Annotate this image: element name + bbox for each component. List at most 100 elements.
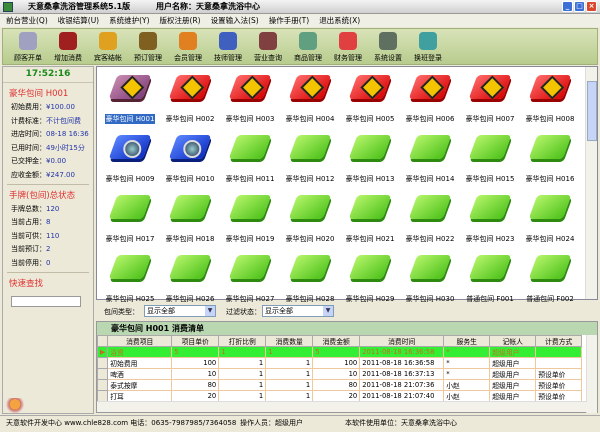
room-tile[interactable]: 普通包间 F002 [521,255,579,304]
table-cell: 啤酒 [107,368,173,380]
menu-item[interactable]: 系统维护(Y) [107,14,157,27]
room-icon [228,255,272,279]
room-tile[interactable]: 豪华包间 H024 [521,195,579,244]
toolbar-button[interactable]: 商品管理 [289,29,327,64]
room-tile[interactable]: 普通包间 F001 [461,255,519,304]
row-selector[interactable] [96,357,109,369]
toolbar-button[interactable]: 营业查询 [249,29,287,64]
column-header[interactable]: 消费时间 [359,335,445,347]
room-tile[interactable]: 豪华包间 H013 [341,135,399,184]
toolbar-button[interactable]: 系统设置 [369,29,407,64]
column-header[interactable]: 消费金额 [312,335,361,347]
room-tile[interactable]: 豪华包间 H029 [341,255,399,304]
room-tile[interactable]: 豪华包间 H019 [221,195,279,244]
minimize-button[interactable]: _ [562,1,573,12]
table-row[interactable]: 初始费用 100 1 1 100 2011-08-18 16:36:58 * 超级用户 [96,357,583,369]
menu-item[interactable]: 操作手册(T) [267,14,317,27]
menu-item[interactable]: 退出系统(X) [317,14,368,27]
toolbar-button[interactable]: 宾客结帐 [89,29,127,64]
toolbar-button[interactable]: 预订管理 [129,29,167,64]
room-tile[interactable]: 豪华包间 H009 [101,135,159,184]
close-button[interactable]: × [586,1,597,12]
room-tile[interactable]: 豪华包间 H006 [401,75,459,124]
toolbar-button-label: 系统设置 [374,54,402,62]
room-info-title: 豪华包间 H001 [9,87,93,99]
coins-icon [99,32,117,50]
toolbar-button[interactable]: 增加消费 [49,29,87,64]
column-header[interactable]: 消费项目 [107,335,173,347]
room-icon [528,255,572,279]
menu-item[interactable]: 前台营业(Q) [4,14,56,27]
room-tile[interactable]: 豪华包间 H005 [341,75,399,124]
column-header[interactable]: 项目单价 [171,335,220,347]
room-tile[interactable]: 豪华包间 H017 [101,195,159,244]
room-tile[interactable]: 豪华包间 H010 [161,135,219,184]
room-tile[interactable]: 豪华包间 H015 [461,135,519,184]
room-tile[interactable]: 豪华包间 H021 [341,195,399,244]
toolbar-button[interactable]: 技师管理 [209,29,247,64]
column-header[interactable]: 消费数量 [265,335,314,347]
menu-item[interactable]: 设置输入法(S) [209,14,267,27]
maximize-button[interactable]: □ [574,1,585,12]
room-tile[interactable]: 豪华包间 H028 [281,255,339,304]
toolbar-button[interactable]: 顾客开单 [9,29,47,64]
menu-item[interactable]: 收银结算(U) [56,14,107,27]
column-header[interactable]: 打折比例 [218,335,267,347]
column-header[interactable]: 服务生 [443,335,491,347]
table-cell: 2011-08-18 21:07:40 [359,390,445,402]
row-selector[interactable] [96,390,109,402]
operator: 操作人员：超级用户 [240,419,303,427]
room-tile[interactable]: 豪华包间 H022 [401,195,459,244]
toolbar-button-label: 财务管理 [334,54,362,62]
room-tile[interactable]: 豪华包间 H026 [161,255,219,304]
room-tile[interactable]: 豪华包间 H007 [461,75,519,124]
table-row[interactable]: ▶ 浴资 5 1 1 5 2011-08-18 16:36:58 * 超级用户 [96,346,583,358]
bill-horizontal-scrollbar[interactable] [97,401,587,412]
room-tile[interactable]: 豪华包间 H023 [461,195,519,244]
room-tile[interactable]: 豪华包间 H002 [161,75,219,124]
column-header[interactable]: 记帐人 [489,335,537,347]
room-tile[interactable]: 豪华包间 H003 [221,75,279,124]
room-tile[interactable]: 豪华包间 H016 [521,135,579,184]
toolbar-button[interactable]: 财务管理 [329,29,367,64]
room-tile[interactable]: 豪华包间 H012 [281,135,339,184]
table-cell: 1 [265,346,314,358]
table-cell: 1 [265,357,314,369]
column-header[interactable]: 计费方式 [535,335,583,347]
bill-title: 豪华包间 H001 消费清单 [97,322,597,335]
toolbar-button-label: 营业查询 [254,54,282,62]
table-row[interactable]: 泰式按摩 80 1 1 80 2011-08-18 21:07:36 小赵 超级用户 预设单价 [96,379,583,391]
filter-status-select[interactable]: 显示全部 ▼ [262,305,334,317]
menu-item[interactable]: 版权注册(R) [158,14,209,27]
row-selector[interactable] [96,368,109,380]
toolbar-button[interactable]: 会员管理 [169,29,207,64]
bill-vertical-scrollbar[interactable] [586,335,597,413]
room-label: 豪华包间 H024 [525,235,575,243]
room-tile[interactable]: 豪华包间 H027 [221,255,279,304]
table-cell: 20 [171,390,220,402]
row-selector[interactable]: ▶ [96,346,109,358]
toolbar-button[interactable]: 换班登录 [409,29,447,64]
info-key: 应收金额： [11,170,46,179]
room-icon [528,75,572,99]
room-type-value: 显示全部 [147,307,175,315]
room-tile[interactable]: 豪华包间 H004 [281,75,339,124]
quick-search-input[interactable] [11,295,81,307]
room-tile[interactable]: 豪华包间 H008 [521,75,579,124]
room-tile[interactable]: 豪华包间 H020 [281,195,339,244]
room-tile[interactable]: 豪华包间 H011 [221,135,279,184]
table-row[interactable]: 打耳 20 1 1 20 2011-08-18 21:07:40 小赵 超级用户 预设单价 [96,390,583,402]
toolbar: 顾客开单 增加消费 宾客结帐 预订管理 会员管理 技师管理 营业查询 商品管理 财务管理 系统设置… [2,28,598,65]
room-tile[interactable]: 豪华包间 H014 [401,135,459,184]
room-type: 豪华包间 [9,89,44,99]
room-type-select[interactable]: 显示全部 ▼ [144,305,216,317]
row-selector[interactable] [96,379,109,391]
room-tile[interactable]: 豪华包间 H001 [101,75,159,124]
table-row[interactable]: 啤酒 10 1 1 10 2011-08-18 16:37:13 * 超级用户 预设单价 [96,368,583,380]
room-icon [468,135,512,159]
table-cell: 打耳 [107,390,173,402]
room-tile[interactable]: 豪华包间 H025 [101,255,159,304]
room-tile[interactable]: 豪华包间 H030 [401,255,459,304]
vertical-scrollbar[interactable] [585,67,597,299]
room-tile[interactable]: 豪华包间 H018 [161,195,219,244]
